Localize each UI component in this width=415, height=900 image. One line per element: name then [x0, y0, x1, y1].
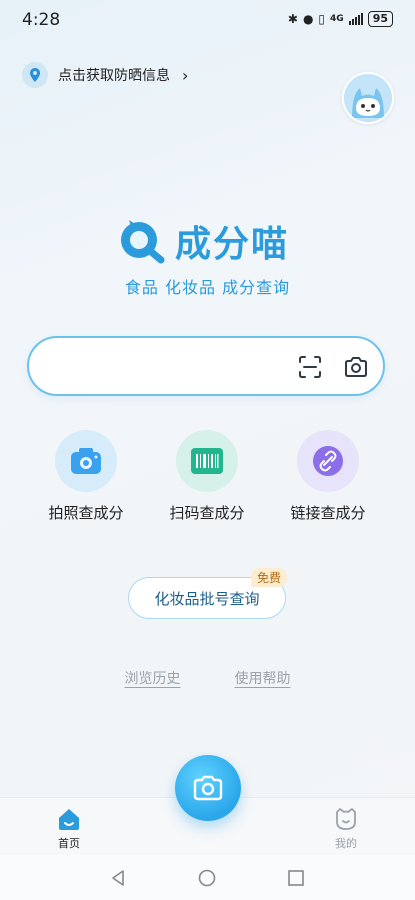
signal-icon: [348, 13, 363, 25]
magnifier-cat-logo-icon: [121, 220, 165, 264]
camera-icon: [193, 775, 223, 801]
cat-face-icon: [336, 808, 356, 830]
link-feature-badge: [297, 430, 359, 492]
link-search-feature[interactable]: 链接查成分: [273, 430, 383, 523]
photo-search-feature[interactable]: 拍照查成分: [31, 430, 141, 523]
link-icon: [313, 446, 343, 476]
home-nav-icon[interactable]: [197, 868, 217, 888]
vibrate-icon: ▯: [318, 12, 326, 26]
photo-feature-badge: [55, 430, 117, 492]
battery-indicator: 95: [367, 11, 393, 27]
feature-label: 链接查成分: [290, 504, 366, 522]
scan-button[interactable]: [297, 354, 323, 380]
tab-home[interactable]: 首页: [39, 806, 99, 851]
barcode-icon: [191, 448, 223, 474]
tab-mine[interactable]: 我的: [316, 806, 376, 851]
location-prompt[interactable]: 点击获取防晒信息 ›: [22, 62, 188, 88]
scan-icon: [299, 356, 321, 378]
feature-label: 扫码查成分: [169, 504, 245, 522]
camera-search-button[interactable]: [343, 354, 369, 380]
app-tagline: 食品 化妆品 成分查询: [124, 278, 291, 297]
chevron-right-icon: ›: [182, 65, 189, 85]
back-icon[interactable]: [108, 868, 128, 888]
location-pin-icon: [22, 62, 48, 88]
camera-fab-button[interactable]: [175, 755, 241, 821]
free-badge: 免费: [251, 568, 288, 587]
avatar[interactable]: [342, 72, 394, 124]
tab-home-label: 首页: [58, 837, 80, 850]
search-input[interactable]: [51, 354, 295, 382]
cat-avatar-icon: [344, 74, 392, 122]
feature-label: 拍照查成分: [48, 504, 124, 522]
help-link[interactable]: 使用帮助: [235, 668, 291, 688]
barcode-feature-badge: [176, 430, 238, 492]
system-nav-bar: [0, 855, 415, 900]
camera-icon: [71, 448, 101, 474]
status-time: 4:28: [22, 10, 61, 30]
camera-icon: [345, 357, 367, 377]
bottom-links: 浏览历史 使用帮助: [0, 668, 415, 688]
recents-icon[interactable]: [286, 868, 306, 888]
status-icons: ✱ ● ▯ 4G 95: [288, 11, 393, 27]
status-bar: 4:28 ✱ ● ▯ 4G 95: [0, 0, 415, 40]
location-label: 点击获取防晒信息: [58, 68, 170, 84]
history-link[interactable]: 浏览历史: [125, 668, 181, 688]
home-icon: [59, 809, 79, 830]
network-label: 4G: [330, 14, 344, 24]
tab-mine-label: 我的: [335, 837, 357, 850]
barcode-search-feature[interactable]: 扫码查成分: [152, 430, 262, 523]
location-status-icon: ●: [302, 12, 314, 26]
bluetooth-icon: ✱: [287, 12, 298, 26]
search-box: [27, 336, 385, 396]
app-name: 成分喵: [175, 224, 290, 265]
app-logo: 成分喵: [117, 215, 289, 267]
